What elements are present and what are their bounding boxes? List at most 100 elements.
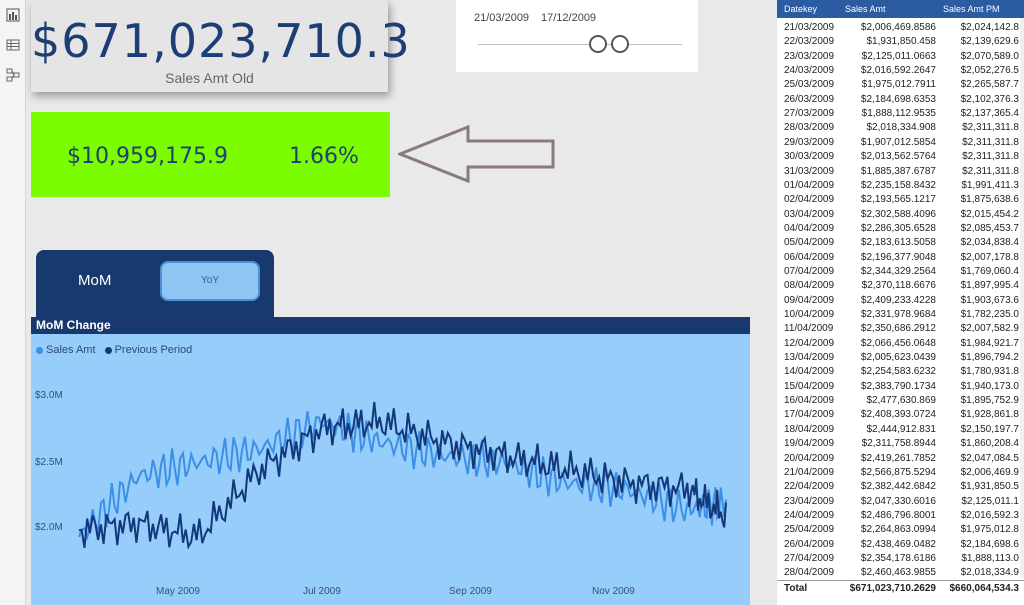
slicer-start-date[interactable]: 21/03/2009 bbox=[474, 12, 529, 24]
kpi-card[interactable]: $671,023,710.3 Sales Amt Old bbox=[31, 0, 410, 92]
cell-sales: $2,005,623.0439 bbox=[860, 352, 936, 364]
table-row[interactable]: 25/03/2009 $1,975,012.7911 $2,265,587.7 bbox=[777, 79, 1024, 92]
table-row[interactable]: 24/04/2009 $2,486,796.8001 $2,016,592.3 bbox=[777, 510, 1024, 523]
table-row[interactable]: 05/04/2009 $2,183,613.5058 $2,034,838.4 bbox=[777, 237, 1024, 250]
table-row[interactable]: 17/04/2009 $2,408,393.0724 $1,928,861.8 bbox=[777, 409, 1024, 422]
cell-sales-pm: $1,897,995.4 bbox=[960, 280, 1019, 292]
table-row[interactable]: 10/04/2009 $2,331,978.9684 $1,782,235.0 bbox=[777, 309, 1024, 322]
table-row[interactable]: 06/04/2009 $2,196,377.9048 $2,007,178.8 bbox=[777, 252, 1024, 265]
table-row[interactable]: 26/04/2009 $2,438,469.0482 $2,184,698.6 bbox=[777, 539, 1024, 552]
table-row[interactable]: 11/04/2009 $2,350,686.2912 $2,007,582.9 bbox=[777, 323, 1024, 336]
table-row[interactable]: 24/03/2009 $2,016,592.2647 $2,052,276.5 bbox=[777, 65, 1024, 78]
cell-sales-pm: $1,928,861.8 bbox=[960, 409, 1019, 421]
cell-datekey: 17/04/2009 bbox=[784, 409, 835, 421]
table-row[interactable]: 29/03/2009 $1,907,012.5854 $2,311,311.8 bbox=[777, 137, 1024, 150]
cell-sales-pm: $2,265,587.7 bbox=[960, 79, 1019, 91]
cell-sales: $1,931,850.458 bbox=[866, 36, 936, 48]
cell-datekey: 30/03/2009 bbox=[784, 151, 835, 163]
cell-sales-pm: $1,931,850.5 bbox=[960, 481, 1019, 493]
cell-datekey: 04/04/2009 bbox=[784, 222, 835, 234]
slicer-track[interactable] bbox=[478, 44, 682, 45]
table-row[interactable]: 18/04/2009 $2,444,912.831 $2,150,197.7 bbox=[777, 424, 1024, 437]
table-row[interactable]: 21/04/2009 $2,566,875.5294 $2,006,469.9 bbox=[777, 467, 1024, 480]
table-row[interactable]: 25/04/2009 $2,264,863.0994 $1,975,012.8 bbox=[777, 524, 1024, 537]
cell-sales: $2,183,613.5058 bbox=[860, 237, 936, 249]
sales-table[interactable]: Datekey Sales Amt Sales Amt PM 21/03/200… bbox=[777, 0, 1024, 605]
report-canvas: $671,023,710.3 Sales Amt Old 21/03/2009 … bbox=[0, 0, 1024, 605]
cell-sales: $2,409,233.4228 bbox=[860, 294, 936, 306]
table-row[interactable]: 23/03/2009 $2,125,011.0663 $2,070,589.0 bbox=[777, 51, 1024, 64]
col-header-sales[interactable]: Sales Amt bbox=[845, 4, 886, 14]
slicer-start-handle[interactable] bbox=[589, 35, 607, 53]
cell-sales-pm: $2,047,084.5 bbox=[960, 452, 1019, 464]
col-header-sales-pm[interactable]: Sales Amt PM bbox=[943, 4, 1000, 14]
table-row[interactable]: 26/03/2009 $2,184,698.6353 $2,102,376.3 bbox=[777, 94, 1024, 107]
plot-area[interactable] bbox=[31, 334, 750, 605]
model-icon[interactable] bbox=[6, 68, 20, 82]
table-row[interactable]: 02/04/2009 $2,193,565.1217 $1,875,638.6 bbox=[777, 194, 1024, 207]
cell-sales: $2,370,118.6676 bbox=[861, 280, 936, 292]
table-row[interactable]: 21/03/2009 $2,006,469.8586 $2,024,142.8 bbox=[777, 22, 1024, 35]
table-row[interactable]: 04/04/2009 $2,286,305.6528 $2,085,453.7 bbox=[777, 223, 1024, 236]
cell-sales-pm: $2,007,178.8 bbox=[960, 251, 1019, 263]
table-row[interactable]: 14/04/2009 $2,254,583.6232 $1,780,931.8 bbox=[777, 366, 1024, 379]
table-row[interactable]: 22/03/2009 $1,931,850.458 $2,139,629.6 bbox=[777, 36, 1024, 49]
total-sales: $671,023,710.2629 bbox=[849, 583, 936, 594]
cell-sales-pm: $2,125,011.1 bbox=[961, 495, 1019, 507]
table-row[interactable]: 31/03/2009 $1,885,387.6787 $2,311,311.8 bbox=[777, 166, 1024, 179]
cell-sales: $2,419,261.7852 bbox=[860, 452, 936, 464]
table-row[interactable]: 12/04/2009 $2,066,456.0648 $1,984,921.7 bbox=[777, 338, 1024, 351]
mom-yoy-toggle[interactable]: MoM YoY bbox=[36, 250, 274, 320]
cell-sales: $2,193,565.1217 bbox=[860, 194, 936, 206]
cell-datekey: 27/04/2009 bbox=[784, 552, 835, 564]
col-header-datekey[interactable]: Datekey bbox=[784, 4, 817, 14]
cell-datekey: 27/03/2009 bbox=[784, 108, 835, 120]
table-row[interactable]: 13/04/2009 $2,005,623.0439 $1,896,794.2 bbox=[777, 352, 1024, 365]
cell-sales: $2,383,790.1734 bbox=[860, 380, 936, 392]
cell-sales-pm: $1,860,208.4 bbox=[960, 438, 1019, 450]
table-row[interactable]: 07/04/2009 $2,344,329.2564 $1,769,060.4 bbox=[777, 266, 1024, 279]
bar-chart-icon[interactable] bbox=[6, 8, 20, 22]
chart-title: MoM Change bbox=[36, 318, 111, 332]
table-row[interactable]: 08/04/2009 $2,370,118.6676 $1,897,995.4 bbox=[777, 280, 1024, 293]
cell-datekey: 21/03/2009 bbox=[784, 22, 835, 33]
cell-datekey: 19/04/2009 bbox=[784, 438, 835, 450]
variance-amount: $10,959,175.9 bbox=[67, 144, 228, 169]
table-row[interactable]: 23/04/2009 $2,047,330.6016 $2,125,011.1 bbox=[777, 496, 1024, 509]
toggle-yoy-button[interactable]: YoY bbox=[160, 261, 260, 301]
slicer-end-date[interactable]: 17/12/2009 bbox=[541, 12, 596, 24]
cell-sales: $2,354,178.6186 bbox=[860, 552, 936, 564]
table-row[interactable]: 15/04/2009 $2,383,790.1734 $1,940,173.0 bbox=[777, 381, 1024, 394]
slicer-end-handle[interactable] bbox=[611, 35, 629, 53]
mom-line-chart[interactable]: Sales Amt Previous Period $3.0M $2.5M $2… bbox=[31, 334, 750, 605]
table-row[interactable]: 30/03/2009 $2,013,562.5764 $2,311,311.8 bbox=[777, 151, 1024, 164]
cell-sales-pm: $1,782,235.0 bbox=[960, 309, 1019, 320]
table-row[interactable]: 03/04/2009 $2,302,588.4096 $2,015,454.2 bbox=[777, 209, 1024, 222]
table-row[interactable]: 16/04/2009 $2,477,630.869 $1,895,752.9 bbox=[777, 395, 1024, 408]
cell-datekey: 26/03/2009 bbox=[784, 93, 835, 105]
table-row[interactable]: 27/03/2009 $1,888,112.9535 $2,137,365.4 bbox=[777, 108, 1024, 121]
toggle-mom-button[interactable]: MoM bbox=[78, 272, 111, 289]
table-row[interactable]: 19/04/2009 $2,311,758.8944 $1,860,208.4 bbox=[777, 438, 1024, 451]
cell-sales-pm: $1,896,794.2 bbox=[960, 352, 1019, 364]
variance-card[interactable]: $10,959,175.9 1.66% bbox=[31, 112, 390, 197]
table-icon[interactable] bbox=[6, 38, 20, 52]
cell-sales-pm: $1,875,638.6 bbox=[960, 194, 1019, 206]
table-row[interactable]: 09/04/2009 $2,409,233.4228 $1,903,673.6 bbox=[777, 295, 1024, 308]
kpi-label: Sales Amt Old bbox=[165, 70, 254, 86]
date-slicer[interactable]: 21/03/2009 17/12/2009 bbox=[456, 0, 698, 72]
cell-sales: $2,302,588.4096 bbox=[860, 208, 936, 220]
cell-sales-pm: $1,991,411.3 bbox=[961, 179, 1019, 191]
table-row[interactable]: 22/04/2009 $2,382,442.6842 $1,931,850.5 bbox=[777, 481, 1024, 494]
cell-sales-pm: $2,006,469.9 bbox=[960, 466, 1019, 478]
table-row[interactable]: 28/03/2009 $2,018,334.908 $2,311,311.8 bbox=[777, 122, 1024, 135]
table-row[interactable]: 27/04/2009 $2,354,178.6186 $1,888,113.0 bbox=[777, 553, 1024, 566]
cell-datekey: 06/04/2009 bbox=[784, 251, 835, 263]
cell-datekey: 25/04/2009 bbox=[784, 524, 835, 536]
table-scrollbar[interactable] bbox=[1020, 18, 1024, 578]
table-row[interactable]: 28/04/2009 $2,460,463.9855 $2,018,334.9 bbox=[777, 567, 1024, 580]
cell-datekey: 26/04/2009 bbox=[784, 538, 835, 550]
table-row[interactable]: 20/04/2009 $2,419,261.7852 $2,047,084.5 bbox=[777, 453, 1024, 466]
cell-datekey: 07/04/2009 bbox=[784, 265, 835, 277]
table-row[interactable]: 01/04/2009 $2,235,158.8432 $1,991,411.3 bbox=[777, 180, 1024, 193]
